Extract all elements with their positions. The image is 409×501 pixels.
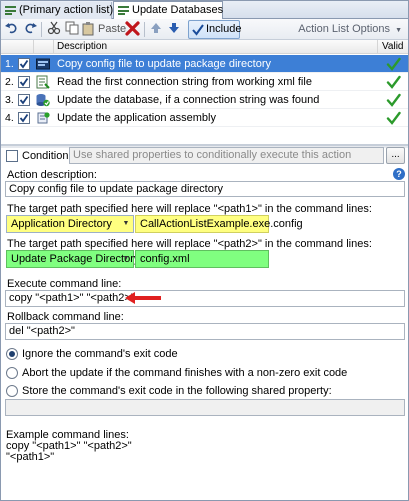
options-label: Action List Options [298, 23, 390, 35]
valid-checkmark-icon [386, 75, 401, 92]
copy-icon [65, 21, 79, 35]
row-description: Copy config file to update package direc… [57, 58, 272, 70]
help-icon[interactable]: ? [393, 168, 405, 180]
table-row[interactable]: 4. Update the application assembly [1, 109, 408, 127]
action-description-label: Action description: [7, 169, 97, 181]
radio-ignore-exit-code[interactable] [6, 348, 18, 360]
tab-strip: (Primary action list) Update Databases [1, 1, 408, 20]
tab-primary-action-list[interactable]: (Primary action list) [1, 2, 114, 19]
table-row[interactable]: 3. Update the database, if a connection s… [1, 91, 408, 109]
radio-abort-label: Abort the update if the command finishes… [22, 367, 348, 379]
path1-value-field[interactable]: CallActionListExample.exe.config [135, 215, 303, 233]
arrow-down-icon [169, 23, 179, 33]
valid-checkmark-icon [386, 93, 401, 110]
move-down-button[interactable] [168, 21, 180, 38]
redo-icon [25, 23, 37, 34]
cut-button[interactable] [47, 21, 61, 38]
row-description: Read the first connection string from wo… [57, 76, 312, 88]
radio-store-exit-code[interactable] [6, 385, 18, 397]
update-database-icon [36, 93, 50, 107]
path2-value-field[interactable]: config.xml [135, 250, 269, 268]
row-number: 1. [5, 58, 14, 70]
chevron-down-icon: ▼ [122, 220, 130, 227]
update-assembly-icon [36, 111, 50, 125]
condition-checkbox[interactable] [6, 150, 18, 162]
toolbar: Paste Include Action List Options ▼ [1, 19, 408, 40]
condition-ellipsis-button[interactable]: ... [386, 147, 405, 164]
column-header-description[interactable]: Description [57, 41, 107, 52]
action-description-field[interactable]: Copy config file to update package direc… [5, 181, 405, 197]
read-xml-icon [36, 75, 50, 89]
valid-checkmark-icon [386, 111, 401, 128]
valid-checkmark-icon [386, 57, 401, 74]
execute-label: Execute command line: [7, 278, 122, 290]
arrow-up-icon [151, 23, 161, 33]
row-description: Update the application assembly [57, 112, 216, 124]
toolbar-separator [41, 22, 42, 37]
action-list-options-menu[interactable]: Action List Options ▼ [298, 23, 402, 35]
radio-abort-on-nonzero[interactable] [6, 367, 18, 379]
tab-update-databases[interactable]: Update Databases [113, 1, 223, 20]
row-number: 3. [5, 94, 14, 106]
execute-command-field[interactable]: copy "<path1>" "<path2>" [5, 290, 405, 307]
table-row[interactable]: 2. Read the first connection string from … [1, 73, 408, 91]
move-up-button[interactable] [150, 21, 162, 38]
path2-value: config.xml [140, 253, 190, 265]
row-include-checkbox[interactable] [18, 112, 30, 124]
chevron-down-icon: ▼ [122, 255, 130, 262]
include-label: Include [206, 23, 242, 35]
action-list-window: (Primary action list) Update Databases P… [0, 0, 409, 501]
row-number: 2. [5, 76, 14, 88]
paste-label: Paste [98, 23, 127, 35]
tab-label: (Primary action list) [19, 4, 114, 16]
red-arrow-icon [125, 292, 161, 304]
row-number: 4. [5, 112, 14, 124]
tab-label: Update Databases [132, 4, 224, 16]
row-include-checkbox[interactable] [18, 76, 30, 88]
path2-hint: The target path specified here will repl… [7, 238, 372, 250]
condition-field[interactable]: Use shared properties to conditionally e… [69, 147, 384, 164]
action-grid: Description Valid 1. Copy config file to … [1, 40, 408, 145]
rollback-label: Rollback command line: [7, 311, 124, 323]
column-header-valid[interactable]: Valid [382, 41, 404, 52]
redo-button[interactable] [23, 21, 37, 38]
action-list-icon [5, 6, 16, 15]
copy-button[interactable] [65, 21, 79, 38]
row-include-checkbox[interactable] [18, 94, 30, 106]
path1-hint: The target path specified here will repl… [7, 203, 372, 215]
radio-store-label: Store the command's exit code in the fol… [22, 385, 332, 397]
path2-combo[interactable]: Update Package Directory ▼ [6, 250, 139, 268]
row-include-checkbox[interactable] [18, 58, 30, 70]
table-row[interactable]: 1. Copy config file to update package dir… [1, 55, 408, 73]
undo-button[interactable] [5, 21, 19, 38]
paste-icon [82, 22, 94, 36]
radio-ignore-label: Ignore the command's exit code [22, 348, 178, 360]
checkmark-icon [192, 24, 204, 36]
delete-button[interactable] [125, 21, 140, 38]
path1-value: CallActionListExample.exe.config [140, 218, 303, 230]
column-separator [53, 40, 54, 54]
action-list-icon [118, 6, 129, 15]
rollback-command-field[interactable]: del "<path2>" [5, 323, 405, 340]
exit-code-property-field[interactable] [5, 399, 405, 416]
copy-command-icon [36, 57, 50, 71]
undo-icon [5, 23, 17, 34]
include-toggle-button[interactable]: Include [188, 20, 242, 39]
example-command-lines: Example command lines: copy "<path1>" "<… [6, 430, 132, 463]
toolbar-separator [144, 22, 145, 37]
example-line-2: "<path1>" [6, 451, 55, 463]
chevron-down-icon: ▼ [395, 27, 402, 34]
delete-x-icon [125, 21, 140, 36]
column-separator [33, 40, 34, 54]
scissors-icon [47, 21, 61, 35]
condition-label: Condition: [22, 150, 72, 162]
path1-combo[interactable]: Application Directory ▼ [6, 215, 134, 233]
column-separator [377, 40, 378, 54]
row-description: Update the database, if a connection str… [57, 94, 320, 106]
grid-header: Description Valid [1, 40, 408, 54]
path1-combo-value: Application Directory [11, 218, 112, 230]
